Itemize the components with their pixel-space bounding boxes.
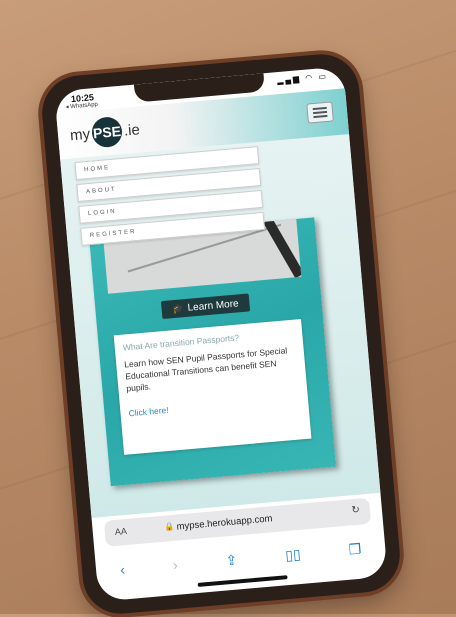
text-size-button[interactable]: AA — [114, 526, 127, 537]
info-box: What Are transition Passports? Learn how… — [113, 318, 312, 455]
info-description: Learn how SEN Pupil Passports for Specia… — [123, 345, 288, 394]
learn-more-label: Learn More — [187, 298, 240, 314]
logo-suffix: .ie — [123, 120, 141, 140]
click-here-link[interactable]: Click here! — [128, 393, 300, 418]
hamburger-bar — [312, 106, 327, 111]
hamburger-bar — [313, 110, 328, 115]
url-text[interactable]: mypse.herokuapp.com — [176, 513, 273, 532]
phone-screen: 10:25 ◂ WhatsApp ▂▄▆ ◠ ▭ 🎓 Learn More Wha… — [54, 66, 388, 602]
share-icon[interactable]: ⇪ — [225, 551, 238, 569]
bookmarks-icon[interactable]: ▯▯ — [285, 545, 302, 563]
reload-icon[interactable]: ↻ — [351, 505, 360, 517]
hamburger-icon[interactable] — [306, 101, 334, 124]
forward-arrow-icon[interactable]: › — [172, 557, 178, 573]
photo-pen — [263, 219, 302, 279]
learn-more-button[interactable]: 🎓 Learn More — [160, 293, 251, 320]
graduation-cap-icon: 🎓 — [172, 303, 185, 315]
lock-icon: 🔒 — [164, 521, 175, 532]
status-icons: ▂▄▆ ◠ ▭ — [276, 71, 329, 86]
info-card: 🎓 Learn More What Are transition Passport… — [89, 217, 336, 487]
logo-prefix: my — [69, 125, 91, 144]
nav-menu: HOME ABOUT LOGIN REGISTER — [74, 146, 266, 250]
back-to-app-link[interactable]: ◂ WhatsApp — [65, 101, 98, 111]
phone: 10:25 ◂ WhatsApp ▂▄▆ ◠ ▭ 🎓 Learn More Wha… — [39, 51, 403, 617]
tabs-icon[interactable]: ❐ — [348, 540, 362, 558]
hamburger-bar — [313, 114, 328, 119]
back-arrow-icon[interactable]: ‹ — [120, 561, 126, 577]
logo-circle: PSE — [90, 115, 124, 149]
site-logo[interactable]: my PSE .ie — [69, 114, 141, 150]
